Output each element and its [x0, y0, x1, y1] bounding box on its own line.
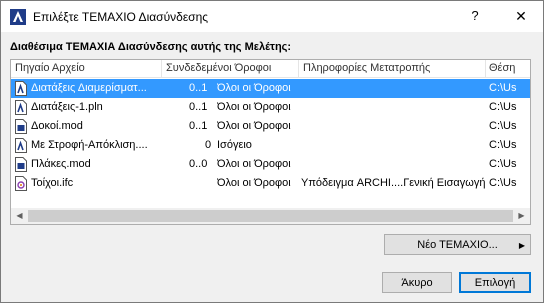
conversion-info — [303, 101, 483, 115]
file-name: Με Στροφή-Απόκλιση.... — [31, 139, 148, 151]
column-header-source-file[interactable]: Πηγαίο Αρχείο — [15, 62, 160, 76]
column-divider[interactable] — [298, 60, 299, 77]
mod-file-icon — [15, 157, 27, 172]
pln-file-icon — [15, 100, 27, 115]
file-name: Τοίχοι.ifc — [31, 177, 74, 189]
linked-floors: Όλοι οι Όροφοι — [217, 101, 291, 113]
floor-range: 0..1 — [189, 101, 208, 113]
list-header: Πηγαίο Αρχείο Συνδεδεμένοι Όροφοι Πληροφ… — [11, 60, 530, 78]
help-button[interactable]: ? — [463, 5, 487, 27]
file-name: Δοκοί.mod — [31, 120, 83, 132]
file-location: C:\Us — [489, 158, 517, 170]
conversion-info: Υπόδειγμα ARCHI....Γενική Εισαγωγή — [301, 177, 485, 189]
ifc-file-icon — [15, 176, 27, 191]
list-row[interactable]: Διατάξεις Διαμερίσματ... 0..1 Όλοι οι Όρ… — [11, 79, 530, 98]
pln-file-icon — [15, 81, 27, 96]
scrollbar-thumb[interactable] — [28, 210, 513, 222]
floor-range: 0 — [205, 139, 212, 151]
list-row[interactable]: Διατάξεις-1.pln 0..1 Όλοι οι Όροφοι C:\U… — [11, 98, 530, 117]
linked-floors: Όλοι οι Όροφοι — [217, 120, 291, 132]
conversion-info — [303, 120, 483, 134]
section-label: Διαθέσιμα ΤΕΜΑΧΙΑ Διασύνδεσης αυτής της … — [10, 41, 292, 53]
scroll-left-icon[interactable]: ◀ — [11, 208, 28, 224]
linked-floors: Ισόγειο — [217, 139, 252, 151]
column-header-conversion-info[interactable]: Πληροφορίες Μετατροπής — [303, 62, 483, 76]
column-header-location[interactable]: Θέση — [489, 62, 529, 76]
file-name: Διατάξεις Διαμερίσματ... — [31, 82, 147, 94]
floor-range: 0..1 — [189, 82, 208, 94]
module-list[interactable]: Πηγαίο Αρχείο Συνδεδεμένοι Όροφοι Πληροφ… — [10, 59, 531, 225]
scroll-right-icon[interactable]: ▶ — [513, 208, 530, 224]
conversion-info — [303, 82, 483, 96]
floor-range: 0..0 — [189, 158, 208, 170]
file-location: C:\Us — [489, 82, 517, 94]
submenu-arrow-icon: ▶ — [518, 241, 525, 250]
list-row[interactable]: Πλάκες.mod 0..0 Όλοι οι Όροφοι C:\Us — [11, 155, 530, 174]
floor-range — [189, 177, 211, 191]
file-location: C:\Us — [489, 101, 517, 113]
archicad-app-icon — [10, 9, 26, 25]
file-name: Διατάξεις-1.pln — [31, 101, 103, 113]
file-name: Πλάκες.mod — [31, 158, 91, 170]
mod-file-icon — [15, 119, 27, 134]
new-module-label: Νέο ΤΕΜΑΧΙΟ... — [417, 239, 498, 251]
title-bar[interactable]: Επιλέξτε ΤΕΜΑΧΙΟ Διασύνδεσης ? ✕ — [1, 1, 543, 32]
pln-file-icon — [15, 138, 27, 153]
new-module-button[interactable]: Νέο ΤΕΜΑΧΙΟ... ▶ — [384, 234, 531, 255]
column-header-linked-floors[interactable]: Συνδεδεμένοι Όροφοι — [166, 62, 296, 76]
ok-button[interactable]: Επιλογή — [459, 272, 531, 293]
column-divider[interactable] — [161, 60, 162, 77]
dialog-window: Επιλέξτε ΤΕΜΑΧΙΟ Διασύνδεσης ? ✕ Διαθέσι… — [0, 0, 544, 303]
file-location: C:\Us — [489, 177, 517, 189]
conversion-info — [303, 158, 483, 172]
list-row[interactable]: Με Στροφή-Απόκλιση.... 0 Ισόγειο C:\Us — [11, 136, 530, 155]
cancel-button[interactable]: Άκυρο — [382, 272, 452, 293]
file-location: C:\Us — [489, 139, 517, 151]
horizontal-scrollbar[interactable]: ◀ ▶ — [11, 208, 530, 224]
window-title: Επιλέξτε ΤΕΜΑΧΙΟ Διασύνδεσης — [33, 10, 209, 24]
file-location: C:\Us — [489, 120, 517, 132]
column-divider[interactable] — [485, 60, 486, 77]
list-row[interactable]: Δοκοί.mod 0..1 Όλοι οι Όροφοι C:\Us — [11, 117, 530, 136]
conversion-info — [303, 139, 483, 153]
linked-floors: Όλοι οι Όροφοι — [217, 177, 291, 189]
linked-floors: Όλοι οι Όροφοι — [217, 82, 291, 94]
floor-range: 0..1 — [189, 120, 208, 132]
list-row[interactable]: Τοίχοι.ifc Όλοι οι Όροφοι Υπόδειγμα ARCH… — [11, 174, 530, 193]
linked-floors: Όλοι οι Όροφοι — [217, 158, 291, 170]
close-button[interactable]: ✕ — [509, 5, 533, 27]
